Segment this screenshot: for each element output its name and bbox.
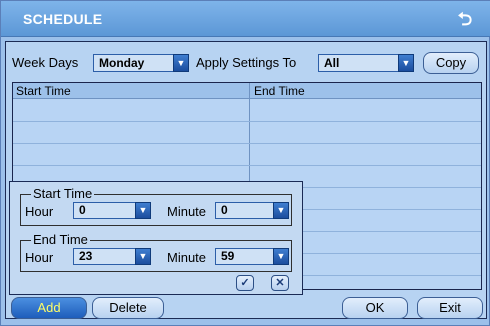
- window-title: SCHEDULE: [23, 11, 103, 27]
- chevron-down-icon: ▼: [173, 54, 189, 72]
- end-minute-value: 59: [221, 249, 235, 263]
- end-minute-select[interactable]: 59 ▼: [215, 248, 289, 265]
- apply-settings-value: All: [324, 56, 340, 70]
- week-days-select[interactable]: Monday ▼: [93, 54, 189, 72]
- table-header: Start Time End Time: [13, 83, 481, 99]
- start-hour-select[interactable]: 0 ▼: [73, 202, 151, 219]
- ok-button[interactable]: OK: [342, 297, 408, 319]
- chevron-down-icon: ▼: [135, 202, 151, 219]
- start-minute-label: Minute: [167, 204, 207, 219]
- week-days-label: Week Days: [12, 55, 79, 70]
- exit-button[interactable]: Exit: [417, 297, 483, 319]
- start-hour-value: 0: [79, 203, 86, 217]
- apply-settings-select[interactable]: All ▼: [318, 54, 414, 72]
- start-time-group: Start Time Hour 0 ▼ Minute 0 ▼: [20, 186, 292, 226]
- checkmark-icon[interactable]: ✓: [236, 275, 254, 291]
- column-header-start: Start Time: [16, 84, 71, 98]
- controls-row: Week Days Monday ▼ Apply Settings To All…: [6, 51, 486, 75]
- delete-button[interactable]: Delete: [92, 297, 164, 319]
- end-hour-value: 23: [79, 249, 93, 263]
- table-row: [13, 143, 481, 144]
- schedule-window: SCHEDULE ⮌ Week Days Monday ▼ Apply Sett…: [0, 0, 490, 326]
- apply-settings-label: Apply Settings To: [196, 55, 297, 70]
- chevron-down-icon: ▼: [398, 54, 414, 72]
- end-time-group: End Time Hour 23 ▼ Minute 59 ▼: [20, 232, 292, 272]
- back-arrow-icon[interactable]: ⮌: [455, 9, 475, 29]
- time-edit-popup: Start Time Hour 0 ▼ Minute 0 ▼ End Time …: [9, 181, 303, 295]
- title-bar: SCHEDULE ⮌: [1, 1, 490, 37]
- start-time-legend: Start Time: [31, 186, 95, 201]
- start-hour-label: Hour: [25, 204, 54, 219]
- end-hour-label: Hour: [25, 250, 54, 265]
- end-minute-label: Minute: [167, 250, 207, 265]
- week-days-value: Monday: [99, 56, 145, 70]
- add-button[interactable]: Add: [11, 297, 87, 319]
- column-header-end: End Time: [254, 84, 305, 98]
- table-row: [13, 165, 481, 166]
- end-time-legend: End Time: [31, 232, 90, 247]
- start-minute-value: 0: [221, 203, 228, 217]
- chevron-down-icon: ▼: [135, 248, 151, 265]
- close-icon[interactable]: ✕: [271, 275, 289, 291]
- copy-button[interactable]: Copy: [423, 52, 479, 74]
- start-minute-select[interactable]: 0 ▼: [215, 202, 289, 219]
- chevron-down-icon: ▼: [273, 248, 289, 265]
- table-row: [13, 121, 481, 122]
- chevron-down-icon: ▼: [273, 202, 289, 219]
- end-hour-select[interactable]: 23 ▼: [73, 248, 151, 265]
